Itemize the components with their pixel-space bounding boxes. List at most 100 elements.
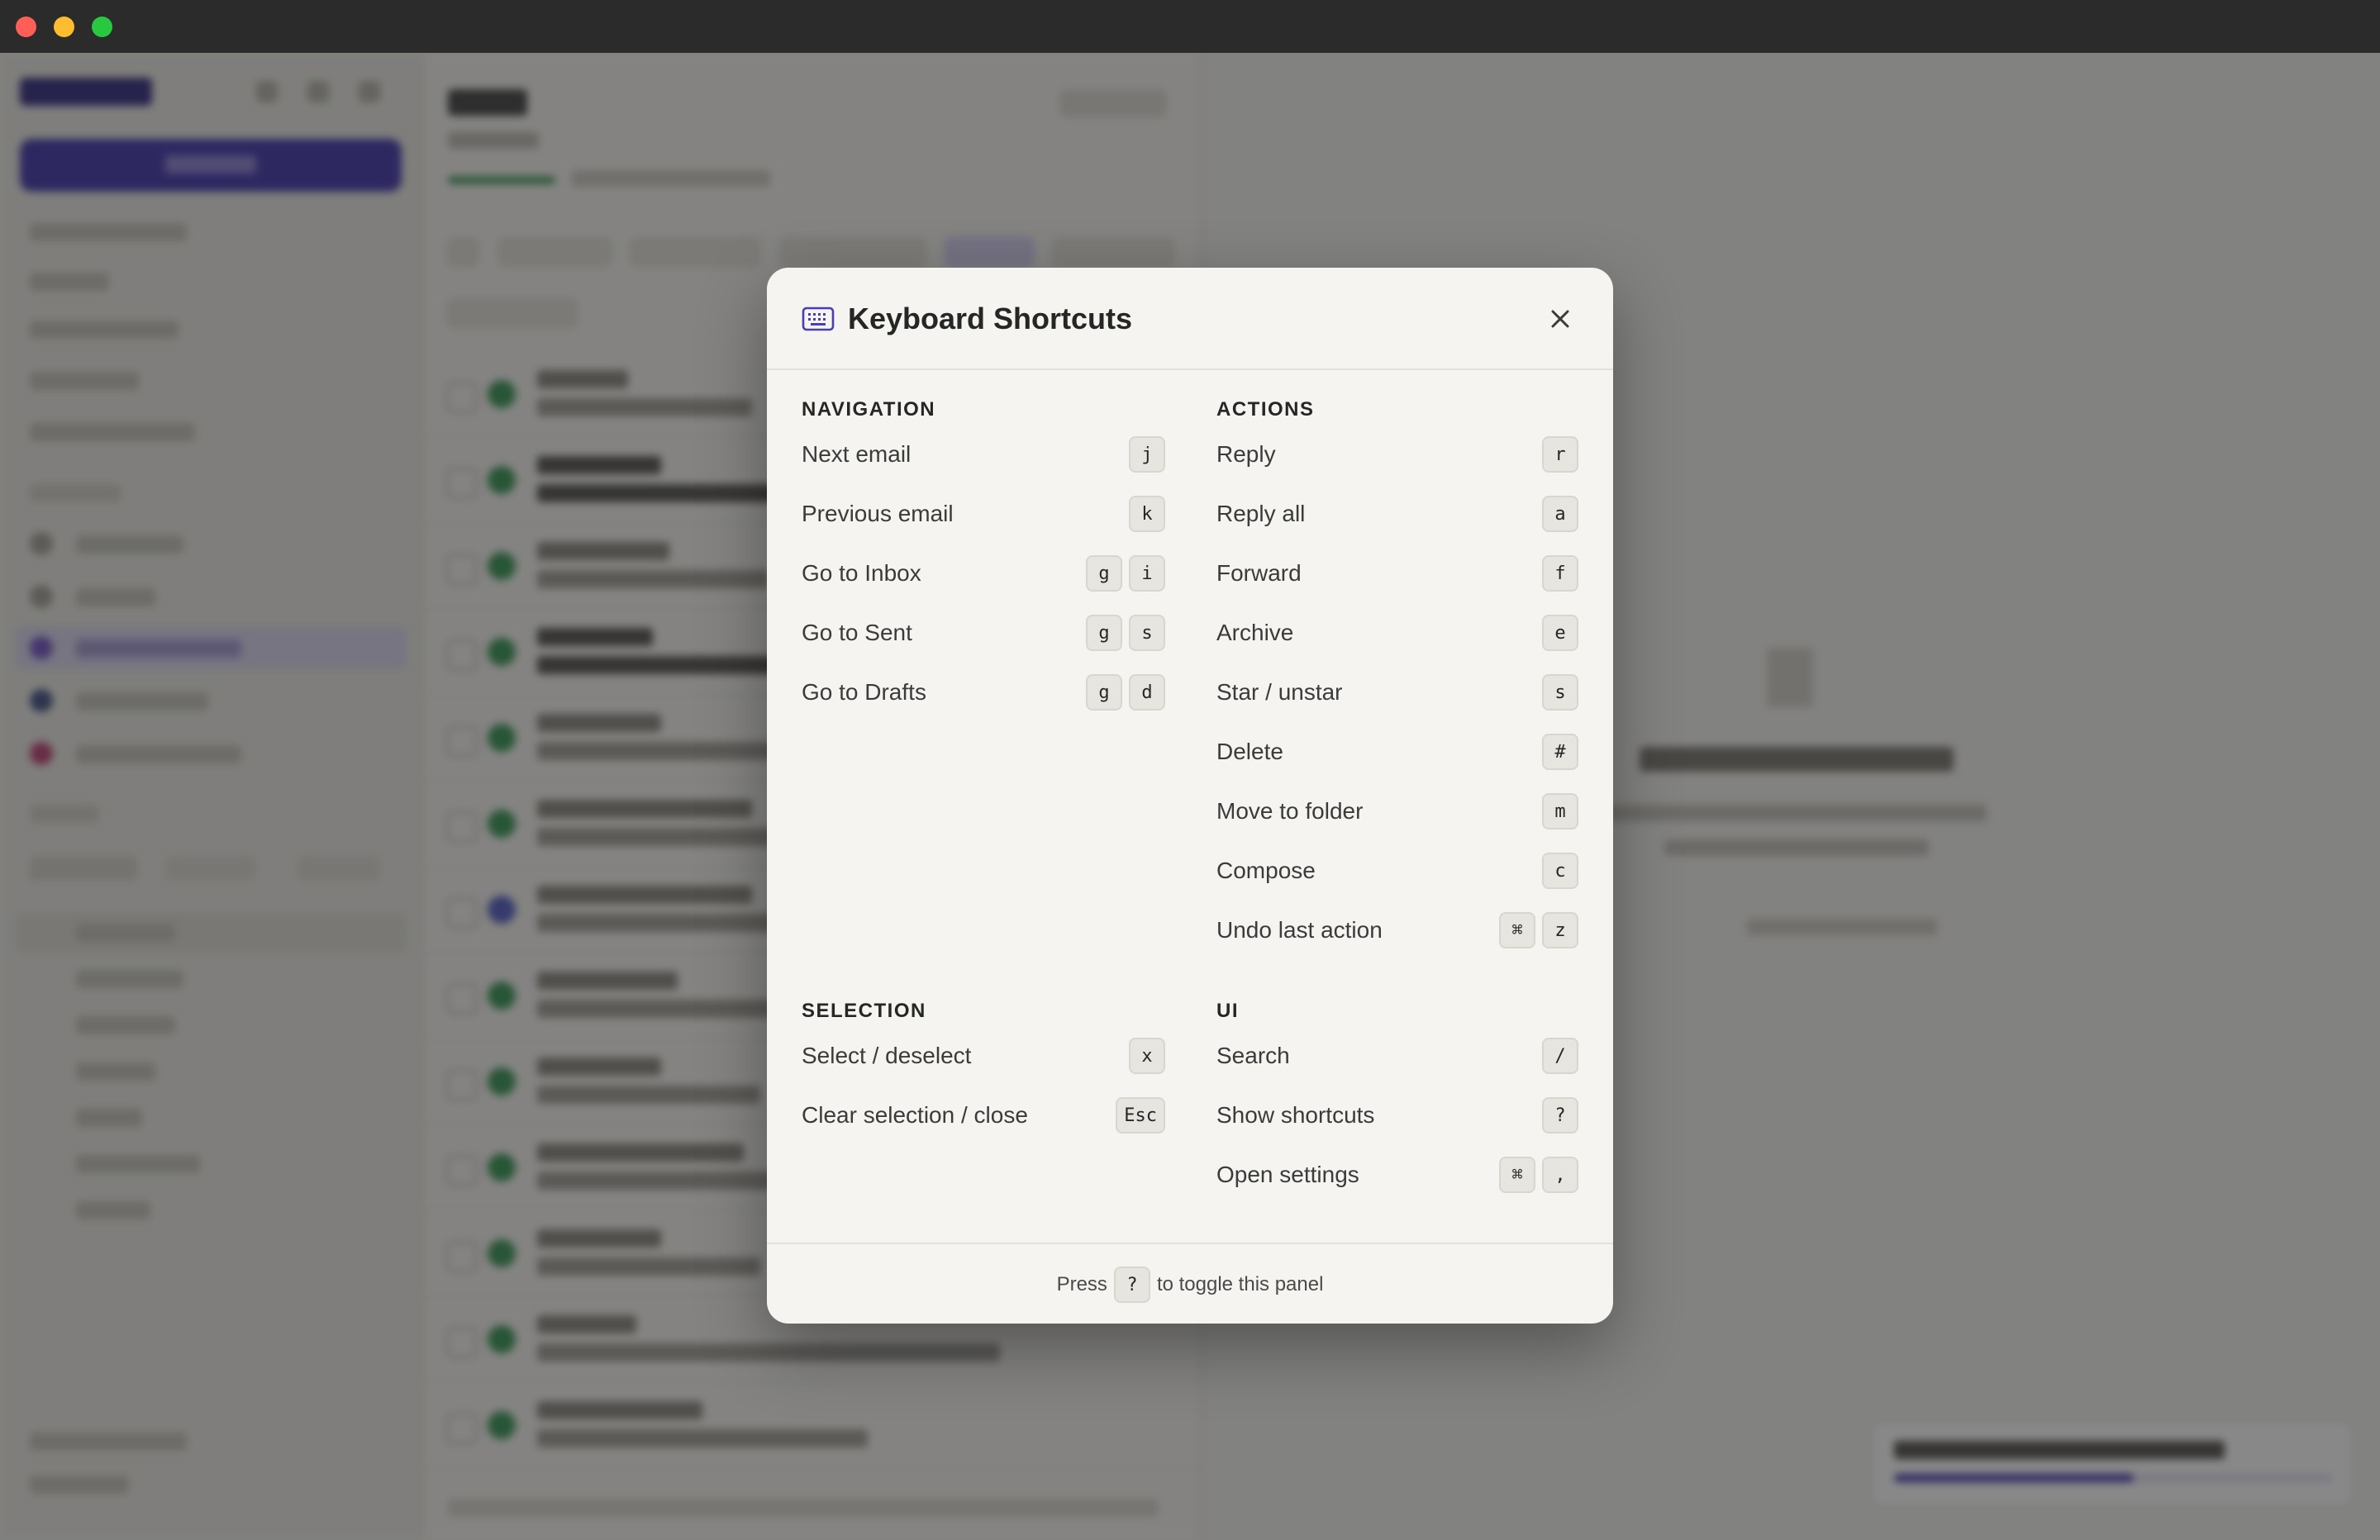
- shortcut-keys: e: [1542, 615, 1578, 651]
- shortcut-row: Open settings ⌘,: [1216, 1145, 1578, 1205]
- window-close-button[interactable]: [16, 17, 36, 37]
- shortcut-keys: k: [1129, 496, 1165, 532]
- shortcut-label: Previous email: [802, 501, 954, 526]
- section-title: SELECTION: [802, 1000, 926, 1022]
- shortcut-key: z: [1542, 912, 1578, 948]
- section-selection: SELECTION Select / deselect x Clear select…: [802, 996, 1165, 1145]
- shortcut-label: Star / unstar: [1216, 679, 1343, 705]
- shortcut-key: ,: [1542, 1157, 1578, 1193]
- shortcut-label: Go to Sent: [802, 620, 912, 645]
- shortcut-row: Undo last action ⌘ z: [1216, 901, 1578, 960]
- shortcut-keys: m: [1542, 793, 1578, 829]
- shortcut-label: Reply all: [1216, 501, 1306, 526]
- keyboard-shortcuts-dialog: Keyboard Shortcuts NAVIGATION Next email…: [767, 268, 1613, 1324]
- shortcut-label: Archive: [1216, 620, 1294, 645]
- shortcut-row: Delete #: [1216, 722, 1578, 782]
- shortcut-keys: ?: [1542, 1097, 1578, 1134]
- section-actions: ACTIONS Reply r Reply all a Forward f Archive e…: [1216, 395, 1578, 960]
- shortcut-row: Search /: [1216, 1026, 1578, 1086]
- shortcut-row: Previous email k: [802, 484, 1165, 544]
- shortcut-label: Open settings: [1216, 1162, 1359, 1187]
- shortcut-keys: gs: [1086, 615, 1165, 651]
- shortcut-keys: x: [1129, 1038, 1165, 1074]
- shortcut-key: c: [1542, 853, 1578, 889]
- shortcut-key: s: [1129, 615, 1165, 651]
- shortcut-label: Forward: [1216, 560, 1302, 586]
- shortcut-row: Go to Inbox g i: [802, 544, 1165, 603]
- shortcut-key: g: [1086, 555, 1122, 592]
- shortcut-key: g: [1086, 674, 1122, 711]
- shortcut-row: Move to folder m: [1216, 782, 1578, 841]
- footer-prefix: Press: [1056, 1273, 1107, 1295]
- shortcut-keys: gd: [1086, 674, 1165, 711]
- section-title: UI: [1216, 1000, 1239, 1022]
- shortcut-label: Delete: [1216, 739, 1283, 764]
- shortcut-key: ⌘: [1499, 912, 1535, 948]
- shortcut-row: Show shortcuts?: [1216, 1086, 1578, 1145]
- dialog-header: Keyboard Shortcuts: [767, 268, 1613, 370]
- section-title: ACTIONS: [1216, 398, 1315, 421]
- shortcut-keys: a: [1542, 496, 1578, 532]
- shortcut-label: Undo last action: [1216, 917, 1383, 943]
- shortcut-key: a: [1542, 496, 1578, 532]
- shortcut-keys: f: [1542, 555, 1578, 592]
- shortcut-key: k: [1129, 496, 1165, 532]
- shortcut-row: Select / deselect x: [802, 1026, 1165, 1086]
- shortcut-label: Go to Drafts: [802, 679, 926, 705]
- window-titlebar: [0, 0, 2380, 53]
- shortcut-key: i: [1129, 555, 1165, 592]
- shortcut-label: Next email: [802, 441, 912, 467]
- section-title: NAVIGATION: [802, 398, 936, 421]
- footer-suffix: to toggle this panel: [1156, 1273, 1324, 1295]
- keyboard-icon: [802, 307, 835, 331]
- shortcut-key: r: [1542, 436, 1578, 473]
- shortcut-keys: /: [1542, 1038, 1578, 1074]
- shortcut-label: Go to Inbox: [802, 560, 921, 586]
- footer-key: ?: [1113, 1267, 1150, 1303]
- shortcut-key: #: [1542, 734, 1578, 770]
- shortcut-label: Move to folder: [1216, 798, 1364, 824]
- window-minimize-button[interactable]: [54, 17, 74, 37]
- shortcut-keys: ⌘ z: [1499, 912, 1578, 948]
- shortcut-label: Compose: [1216, 858, 1316, 883]
- shortcut-keys: ⌘,: [1499, 1157, 1578, 1193]
- shortcut-keys: j: [1129, 436, 1165, 473]
- shortcut-key: g: [1086, 615, 1122, 651]
- shortcut-row: Archive e: [1216, 603, 1578, 663]
- shortcut-row: Go to Drafts g d: [802, 663, 1165, 722]
- section-ui: UI Search / Show shortcuts? Open settings ⌘,: [1216, 996, 1578, 1205]
- window-zoom-button[interactable]: [92, 17, 112, 37]
- shortcut-label: Clear selection / close: [802, 1102, 1028, 1128]
- shortcut-key: e: [1542, 615, 1578, 651]
- shortcut-label: Reply: [1216, 441, 1276, 467]
- shortcut-label: Search: [1216, 1043, 1290, 1068]
- shortcut-key: x: [1129, 1038, 1165, 1074]
- shortcut-key: Esc: [1116, 1097, 1165, 1134]
- dialog-footer: Press ? to toggle this panel: [767, 1243, 1613, 1324]
- shortcut-row: Forward f: [1216, 544, 1578, 603]
- shortcut-row: Clear selection / close Esc: [802, 1086, 1165, 1145]
- shortcut-keys: #: [1542, 734, 1578, 770]
- shortcut-key: d: [1129, 674, 1165, 711]
- section-navigation: NAVIGATION Next email j Previous email k Go …: [802, 395, 1165, 722]
- shortcut-row: Go to Sent g s: [802, 603, 1165, 663]
- shortcut-row: Compose c: [1216, 841, 1578, 901]
- shortcut-row: Next email j: [802, 425, 1165, 484]
- shortcut-key: m: [1542, 793, 1578, 829]
- shortcut-key: ?: [1542, 1097, 1578, 1134]
- shortcut-keys: gi: [1086, 555, 1165, 592]
- close-icon[interactable]: [1542, 301, 1578, 337]
- shortcut-key: s: [1542, 674, 1578, 711]
- shortcut-label: Show shortcuts: [1216, 1102, 1375, 1128]
- shortcut-key: j: [1129, 436, 1165, 473]
- shortcut-key: /: [1542, 1038, 1578, 1074]
- shortcut-keys: r: [1542, 436, 1578, 473]
- shortcut-label: Select / deselect: [802, 1043, 972, 1068]
- shortcut-row: Reply r: [1216, 425, 1578, 484]
- shortcut-key: f: [1542, 555, 1578, 592]
- shortcut-keys: Esc: [1116, 1097, 1165, 1134]
- shortcut-key: ⌘: [1499, 1157, 1535, 1193]
- shortcut-keys: c: [1542, 853, 1578, 889]
- shortcut-keys: s: [1542, 674, 1578, 711]
- shortcut-row: Reply all a: [1216, 484, 1578, 544]
